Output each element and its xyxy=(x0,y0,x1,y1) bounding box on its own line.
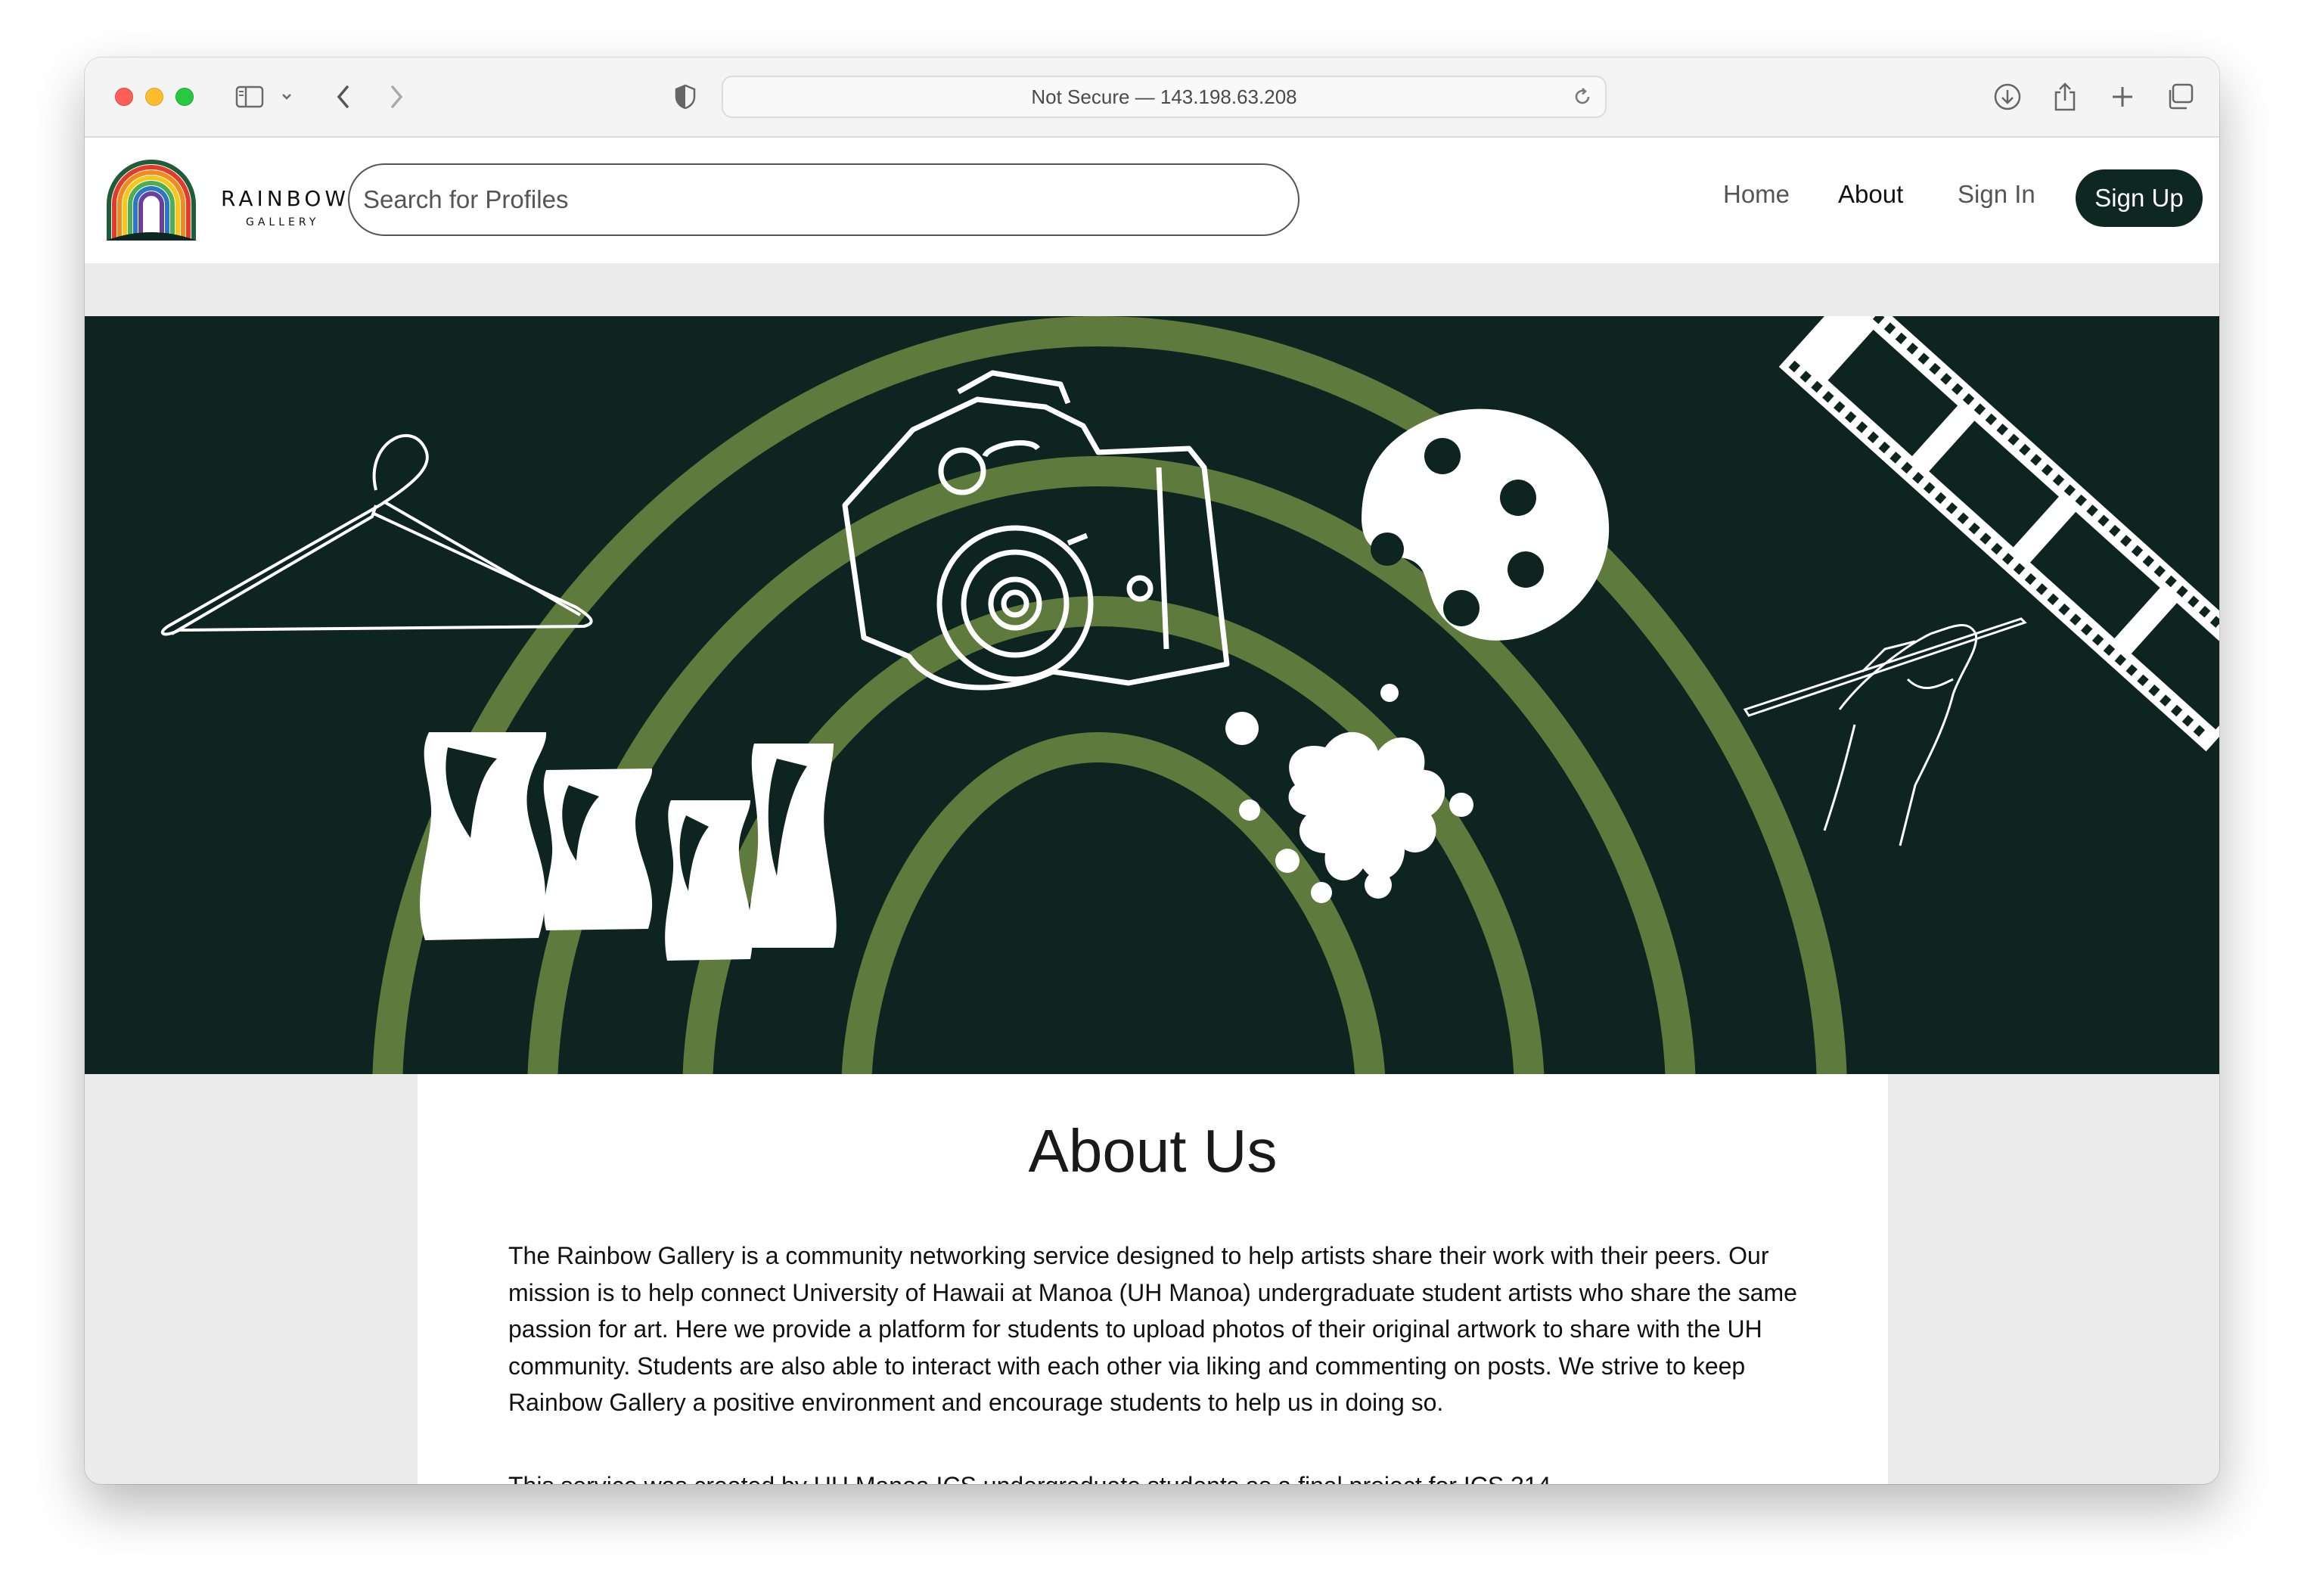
nav-home-link[interactable]: Home xyxy=(1723,180,1790,209)
logo-wordmark: RAINBOW xyxy=(221,186,350,211)
close-window-button[interactable] xyxy=(115,88,133,106)
signup-button[interactable]: Sign Up xyxy=(2076,169,2203,227)
download-icon[interactable] xyxy=(1991,80,2024,113)
sidebar-icon[interactable] xyxy=(233,80,266,113)
nav-signin-link[interactable]: Sign In xyxy=(1958,180,2035,209)
page: RAINBOW GALLERY Home About Sign In Sign … xyxy=(85,138,2219,1484)
palette-icon xyxy=(1362,408,1610,641)
reload-icon[interactable] xyxy=(1572,86,1593,113)
tabs-overview-icon[interactable] xyxy=(2163,80,2197,113)
hand-drawing-icon xyxy=(1743,617,2027,846)
browser-toolbar: Not Secure — 143.198.63.208 xyxy=(85,57,2219,138)
chevron-down-icon[interactable] xyxy=(278,80,295,113)
new-tab-icon[interactable] xyxy=(2106,80,2139,113)
rainbow-logo-icon xyxy=(106,160,197,241)
shield-icon[interactable] xyxy=(670,80,700,113)
back-icon[interactable] xyxy=(328,80,359,113)
logo-subtitle: GALLERY xyxy=(246,216,320,228)
about-section: About Us The Rainbow Gallery is a commun… xyxy=(418,1074,1888,1484)
minimize-window-button[interactable] xyxy=(145,88,163,106)
site-navbar: RAINBOW GALLERY Home About Sign In Sign … xyxy=(85,138,2219,263)
address-bar[interactable]: Not Secure — 143.198.63.208 xyxy=(722,76,1607,118)
share-icon[interactable] xyxy=(2048,80,2082,113)
browser-window: Not Secure — 143.198.63.208 RAINBOW GALL… xyxy=(85,57,2219,1484)
site-logo[interactable]: RAINBOW GALLERY xyxy=(106,156,346,242)
nav-about-link[interactable]: About xyxy=(1838,180,1903,209)
search-profiles-input[interactable] xyxy=(348,163,1299,236)
about-paragraph: The Rainbow Gallery is a community netwo… xyxy=(508,1242,1797,1416)
rainbow-arcs xyxy=(372,316,1847,1074)
zoom-window-button[interactable] xyxy=(175,88,194,106)
film-strip-icon xyxy=(1778,316,2219,752)
hero-banner xyxy=(85,316,2219,1074)
about-title: About Us xyxy=(1028,1117,1278,1185)
about-paragraph-credits: This service was created by UH Manoa ICS… xyxy=(508,1467,1809,1484)
url-text: Not Secure — 143.198.63.208 xyxy=(1031,85,1297,108)
hanger-icon xyxy=(160,433,593,636)
forward-icon[interactable] xyxy=(381,80,411,113)
